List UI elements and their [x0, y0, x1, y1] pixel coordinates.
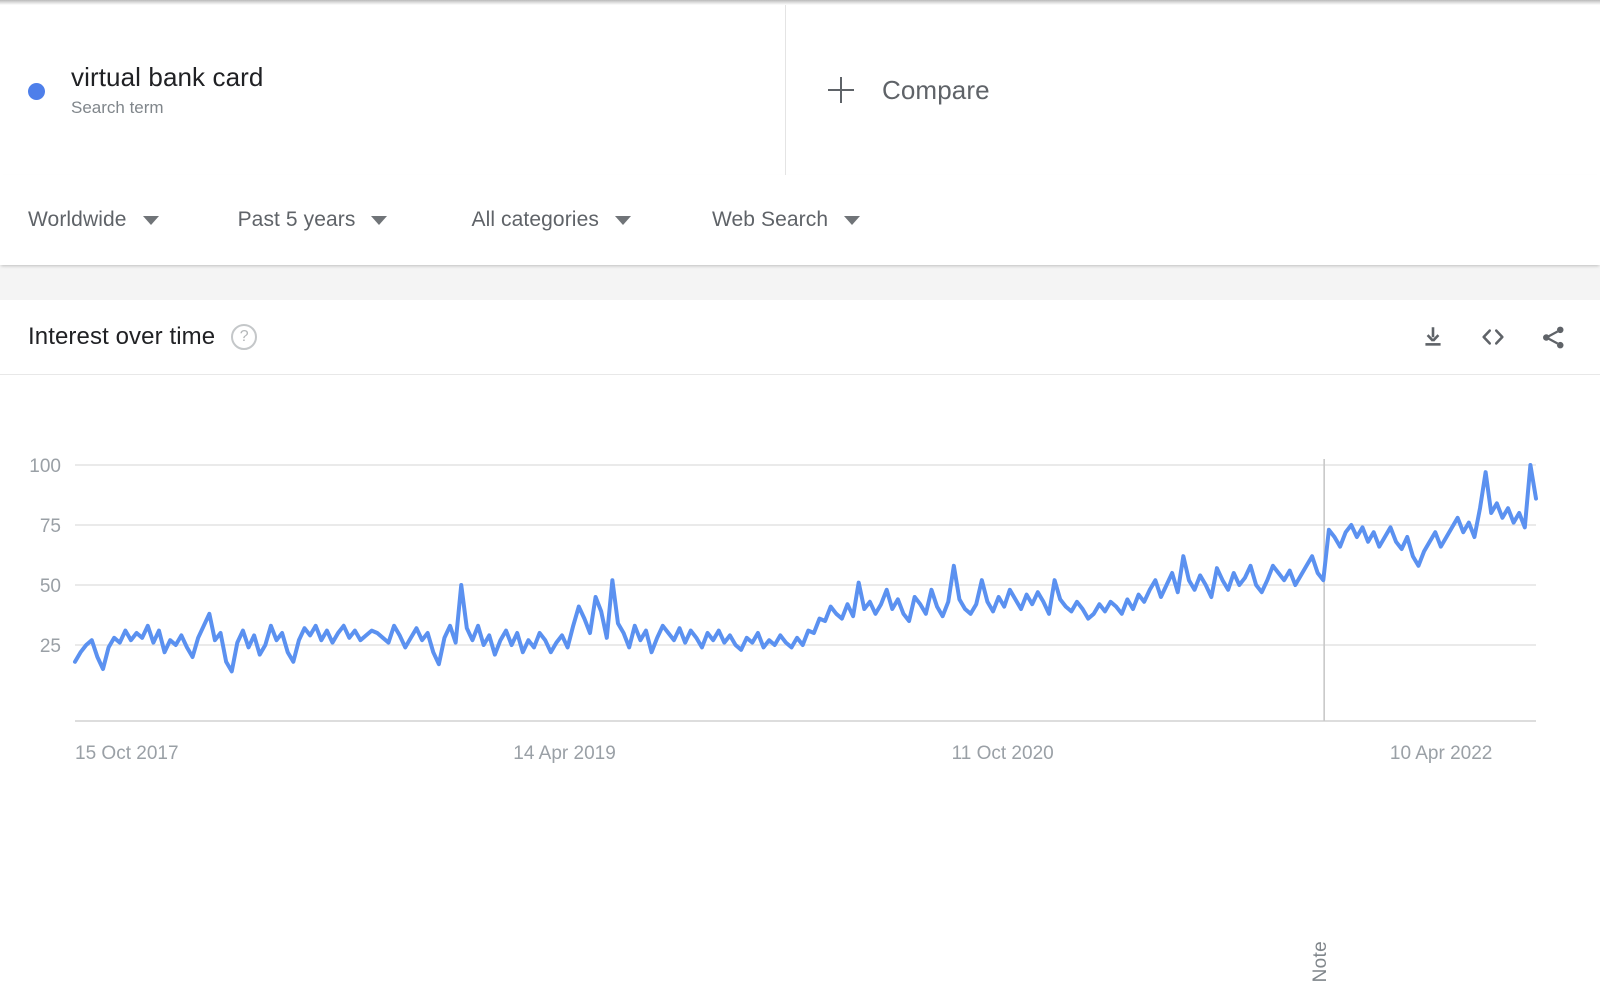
x-axis-tick-label: 11 Oct 2020 [952, 743, 1054, 764]
interest-over-time-card: Interest over time ? 100 75 50 25 15 Oct… [0, 300, 1600, 982]
series-line-virtual-bank-card[interactable] [73, 463, 1538, 674]
note-annotation-label: Note [1310, 941, 1331, 982]
section-gap [0, 265, 1600, 300]
search-term-texts: virtual bank card Search term [71, 62, 263, 119]
share-icon [1542, 326, 1564, 348]
embed-button[interactable] [1470, 314, 1516, 360]
interest-over-time-chart[interactable]: 100 75 50 25 15 Oct 2017 14 Apr 2019 11 Oct 20… [0, 375, 1600, 845]
x-axis-tick-label: 10 Apr 2022 [1390, 743, 1492, 764]
download-button[interactable] [1410, 314, 1456, 360]
chevron-down-icon [371, 215, 388, 225]
embed-code-icon [1482, 329, 1504, 345]
y-axis-tick-label: 100 [29, 456, 61, 477]
filter-time-range-label: Past 5 years [237, 208, 356, 231]
compare-label: Compare [882, 74, 990, 105]
page-title: Interest over time [28, 323, 216, 350]
chevron-down-icon [142, 215, 159, 225]
search-term-label: virtual bank card [71, 61, 264, 92]
filter-location[interactable]: Worldwide [28, 208, 159, 232]
download-icon [1425, 327, 1441, 346]
card-actions [1396, 300, 1576, 374]
chevron-down-icon [614, 215, 631, 225]
google-trends-page: virtual bank card Search term Compare Wo… [0, 0, 1600, 982]
filter-search-type-label: Web Search [711, 208, 829, 231]
y-axis-tick-label: 75 [40, 516, 61, 537]
series-color-dot [28, 82, 45, 100]
plus-icon [828, 77, 854, 103]
search-term-card[interactable]: virtual bank card Search term [0, 5, 786, 175]
search-term-type: Search term [71, 97, 164, 117]
filter-category[interactable]: All categories [471, 208, 631, 232]
filter-time-range[interactable]: Past 5 years [238, 208, 388, 232]
share-button[interactable] [1530, 314, 1576, 360]
filter-location-label: Worldwide [28, 208, 127, 231]
y-axis-tick-label: 50 [40, 576, 61, 597]
help-circle-icon[interactable]: ? [231, 324, 258, 350]
y-axis-tick-label: 25 [40, 636, 61, 657]
chart-area: 100 75 50 25 15 Oct 2017 14 Apr 2019 11 Oct 20… [0, 375, 1600, 982]
filter-bar: Worldwide Past 5 years All categories We… [0, 175, 1600, 265]
chevron-down-icon [844, 215, 861, 225]
x-axis-tick-label: 15 Oct 2017 [75, 743, 179, 764]
card-header: Interest over time ? [0, 300, 1600, 375]
filter-search-type[interactable]: Web Search [711, 208, 861, 232]
compare-button[interactable]: Compare [786, 5, 1600, 175]
x-axis-tick-label: 14 Apr 2019 [513, 743, 615, 764]
filter-category-label: All categories [471, 208, 599, 231]
search-term-header: virtual bank card Search term Compare [0, 5, 1600, 175]
